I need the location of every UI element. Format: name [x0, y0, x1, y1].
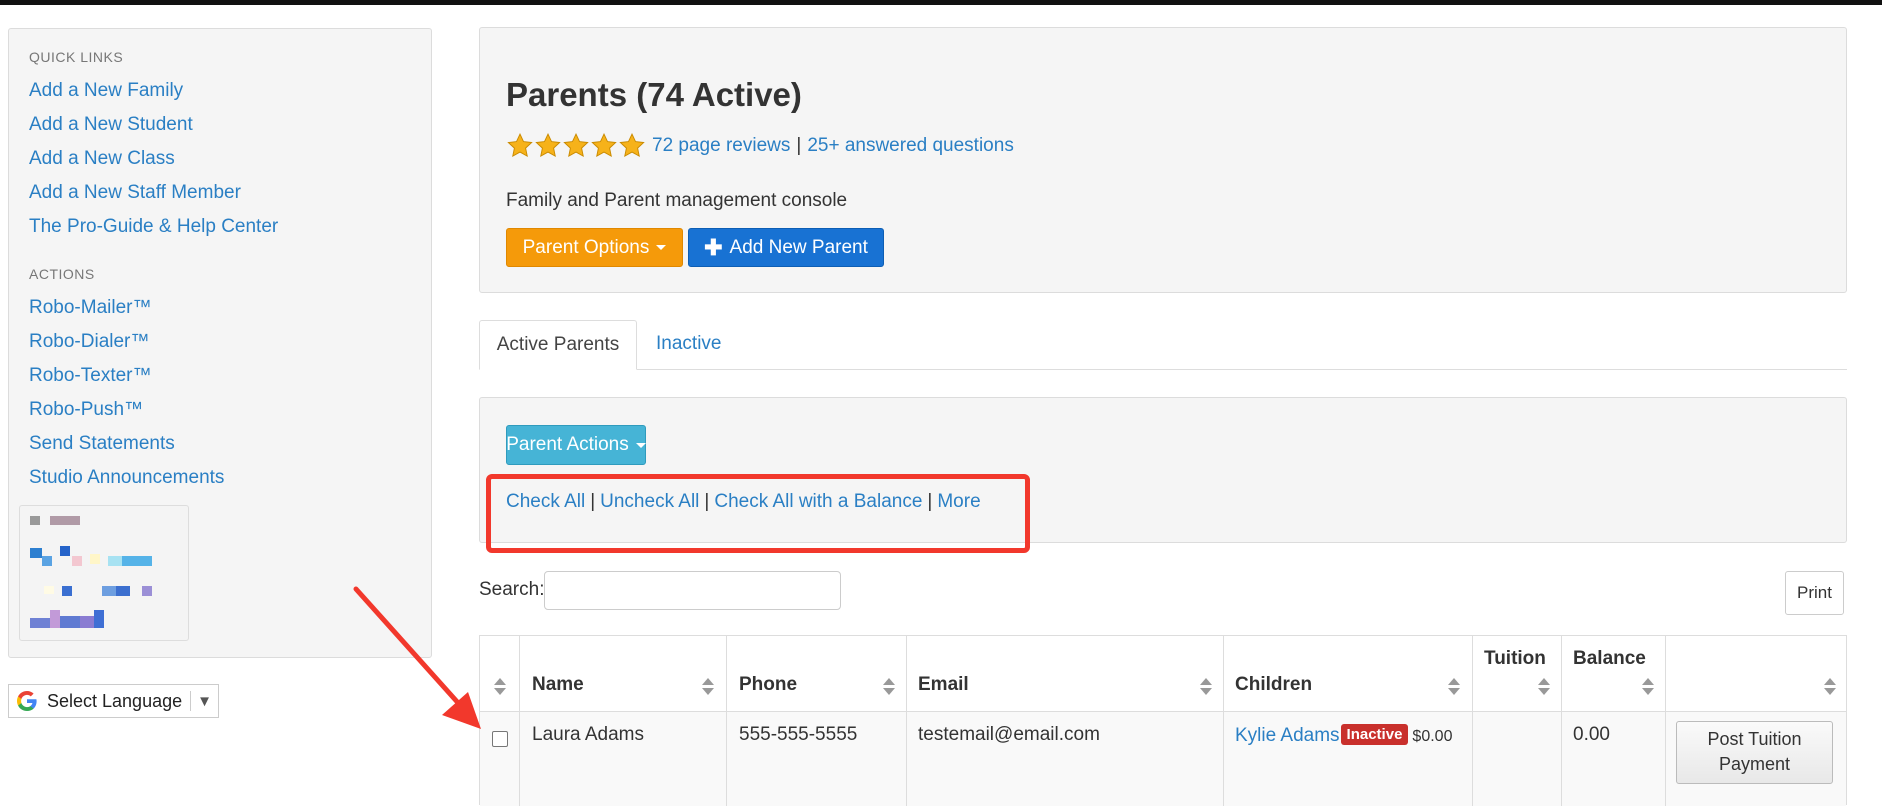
row-checkbox[interactable] — [492, 731, 508, 747]
header-panel: Parents (74 Active) 72 page reviews | 25… — [479, 27, 1847, 293]
dropdown-arrow-icon: ▼ — [197, 692, 212, 710]
column-divider — [519, 636, 520, 806]
link-robo-mailer[interactable]: Robo-Mailer™ — [29, 297, 151, 319]
parent-name-link[interactable]: Laura Adams — [532, 724, 644, 746]
column-divider — [1665, 636, 1666, 806]
sort-icon[interactable] — [494, 678, 506, 696]
link-pro-guide-help-center[interactable]: The Pro-Guide & Help Center — [29, 216, 278, 238]
star-rating — [506, 132, 646, 160]
answered-questions-link[interactable]: 25+ answered questions — [807, 135, 1014, 157]
select-language-widget[interactable]: Select Language ▼ — [8, 684, 219, 718]
link-robo-dialer[interactable]: Robo-Dialer™ — [29, 331, 149, 353]
column-divider — [1561, 636, 1562, 806]
page-reviews-link[interactable]: 72 page reviews — [652, 135, 790, 157]
select-language-label: Select Language — [47, 690, 183, 711]
balance-link[interactable]: 0.00 — [1573, 724, 1610, 746]
star-icon — [507, 133, 533, 158]
caret-down-icon — [656, 245, 667, 250]
actions-heading: ACTIONS — [29, 266, 95, 282]
add-new-parent-label: Add New Parent — [729, 236, 868, 258]
language-divider — [190, 691, 192, 711]
tab-inactive[interactable]: Inactive — [656, 333, 721, 355]
calendar-thumbnail[interactable] — [19, 505, 189, 641]
child-amount: $0.00 — [1412, 728, 1453, 745]
status-badge: Inactive — [1340, 724, 1409, 745]
link-add-new-staff-member[interactable]: Add a New Staff Member — [29, 182, 241, 204]
sort-icon[interactable] — [1642, 678, 1654, 696]
link-add-new-student[interactable]: Add a New Student — [29, 114, 193, 136]
star-icon — [563, 133, 589, 158]
sort-icon[interactable] — [1538, 678, 1550, 696]
google-g-icon — [17, 691, 37, 711]
children-cell: Kylie Adams Inactive $0.00 — [1235, 724, 1452, 747]
column-header-tuition[interactable]: Tuition — [1484, 648, 1546, 670]
sort-icon[interactable] — [883, 678, 895, 696]
separator: | — [796, 135, 802, 156]
parent-phone: 555-555-5555 — [739, 724, 858, 745]
parent-actions-label: Parent Actions — [506, 434, 629, 455]
star-icon — [619, 133, 645, 158]
annotation-arrow-icon — [353, 586, 481, 729]
column-header-name[interactable]: Name — [532, 674, 584, 696]
link-add-new-class[interactable]: Add a New Class — [29, 148, 175, 170]
tabs-divider — [479, 369, 1847, 370]
parent-actions-button[interactable]: Parent Actions — [506, 425, 646, 465]
parent-options-label: Parent Options — [522, 236, 650, 258]
link-add-new-family[interactable]: Add a New Family — [29, 80, 183, 102]
child-name-link[interactable]: Kylie Adams — [1235, 725, 1340, 746]
parent-email: testemail@email.com — [918, 724, 1100, 745]
column-header-balance[interactable]: Balance — [1573, 648, 1646, 670]
sidebar: QUICK LINKS Add a New Family Add a New S… — [8, 28, 432, 658]
star-icon — [591, 133, 617, 158]
link-robo-push[interactable]: Robo-Push™ — [29, 399, 143, 421]
sort-icon[interactable] — [702, 678, 714, 696]
column-header-children[interactable]: Children — [1235, 674, 1312, 696]
print-button[interactable]: Print — [1785, 571, 1844, 615]
column-divider — [1223, 636, 1224, 806]
link-studio-announcements[interactable]: Studio Announcements — [29, 467, 224, 489]
annotation-highlight-box — [486, 474, 1030, 553]
link-robo-texter[interactable]: Robo-Texter™ — [29, 365, 152, 387]
table-header-divider — [480, 711, 1846, 712]
column-divider — [906, 636, 907, 806]
plus-icon: ✚ — [704, 234, 723, 260]
rating-row: 72 page reviews | 25+ answered questions — [506, 132, 1014, 160]
column-header-email[interactable]: Email — [918, 674, 969, 696]
tab-active-parents[interactable]: Active Parents — [479, 320, 637, 370]
column-header-phone[interactable]: Phone — [739, 674, 797, 696]
search-input[interactable] — [544, 571, 841, 610]
page-title: Parents (74 Active) — [506, 76, 802, 113]
post-tuition-label-line1: Post Tuition — [1707, 729, 1802, 749]
link-send-statements[interactable]: Send Statements — [29, 433, 175, 455]
sort-icon[interactable] — [1448, 678, 1460, 696]
sort-icon[interactable] — [1824, 678, 1836, 696]
add-new-parent-button[interactable]: ✚ Add New Parent — [688, 228, 884, 267]
table-row-background — [480, 712, 1846, 806]
top-bar — [0, 0, 1882, 5]
caret-down-icon — [635, 442, 646, 448]
quick-links-heading: QUICK LINKS — [29, 49, 124, 65]
parent-options-button[interactable]: Parent Options — [506, 228, 683, 267]
post-tuition-label-line2: Payment — [1718, 754, 1791, 774]
parents-table: Name Phone Email Children Tuition Balanc… — [479, 635, 1847, 806]
column-divider — [1472, 636, 1473, 806]
post-tuition-payment-button[interactable]: Post Tuition Payment — [1676, 721, 1833, 784]
sort-icon[interactable] — [1200, 678, 1212, 696]
star-icon — [535, 133, 561, 158]
page-description: Family and Parent management console — [506, 190, 848, 211]
column-divider — [726, 636, 727, 806]
